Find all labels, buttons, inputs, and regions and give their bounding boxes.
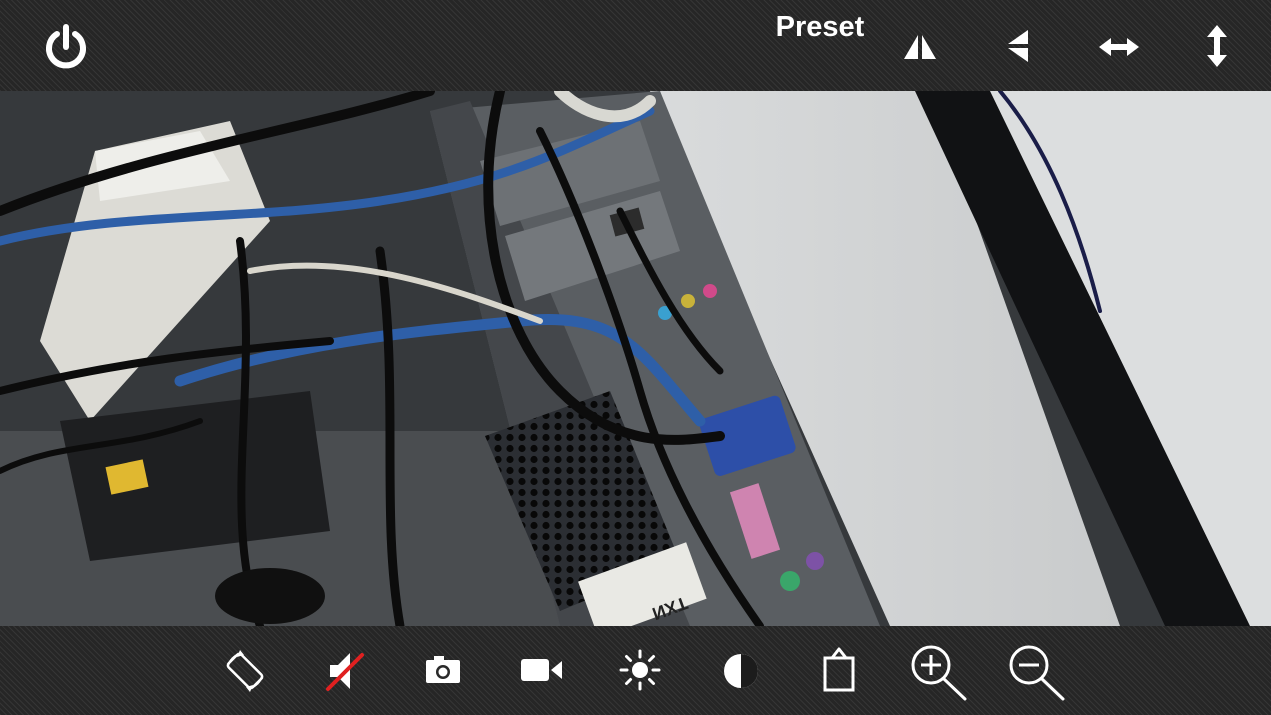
zoom-in-icon — [911, 645, 967, 701]
mirror-icon — [904, 35, 936, 59]
flip-button[interactable] — [996, 22, 1042, 70]
bottom-toolbar — [0, 626, 1271, 715]
zoom-out-icon — [1009, 645, 1065, 701]
preset-button[interactable]: Preset — [772, 10, 868, 45]
power-icon — [46, 24, 86, 69]
rotate-icon — [226, 650, 264, 692]
camera-video-feed[interactable]: NXT — [0, 91, 1271, 626]
mute-icon — [326, 653, 364, 691]
rotate-button[interactable] — [220, 646, 270, 696]
flip-icon — [1008, 30, 1028, 62]
brightness-button[interactable] — [616, 646, 664, 694]
vertical-swing-button[interactable] — [1196, 20, 1238, 72]
brightness-icon — [619, 649, 661, 691]
vertical-swing-icon — [1207, 25, 1227, 67]
zoom-in-button[interactable] — [906, 642, 972, 704]
contrast-button[interactable] — [718, 648, 764, 694]
horizontal-swing-button[interactable] — [1094, 27, 1144, 67]
share-icon — [823, 647, 855, 692]
mirror-button[interactable] — [896, 27, 944, 67]
share-button[interactable] — [816, 644, 862, 696]
record-button[interactable] — [516, 650, 566, 690]
mute-button[interactable] — [322, 646, 368, 696]
record-icon — [521, 659, 562, 681]
snapshot-button[interactable] — [420, 648, 466, 692]
zoom-out-button[interactable] — [1004, 642, 1070, 704]
camera-feed-image: NXT — [0, 91, 1271, 626]
snapshot-icon — [426, 656, 460, 683]
power-button[interactable] — [38, 20, 94, 76]
top-toolbar: Preset — [0, 0, 1271, 91]
contrast-icon — [724, 654, 758, 688]
horizontal-swing-icon — [1099, 38, 1139, 56]
